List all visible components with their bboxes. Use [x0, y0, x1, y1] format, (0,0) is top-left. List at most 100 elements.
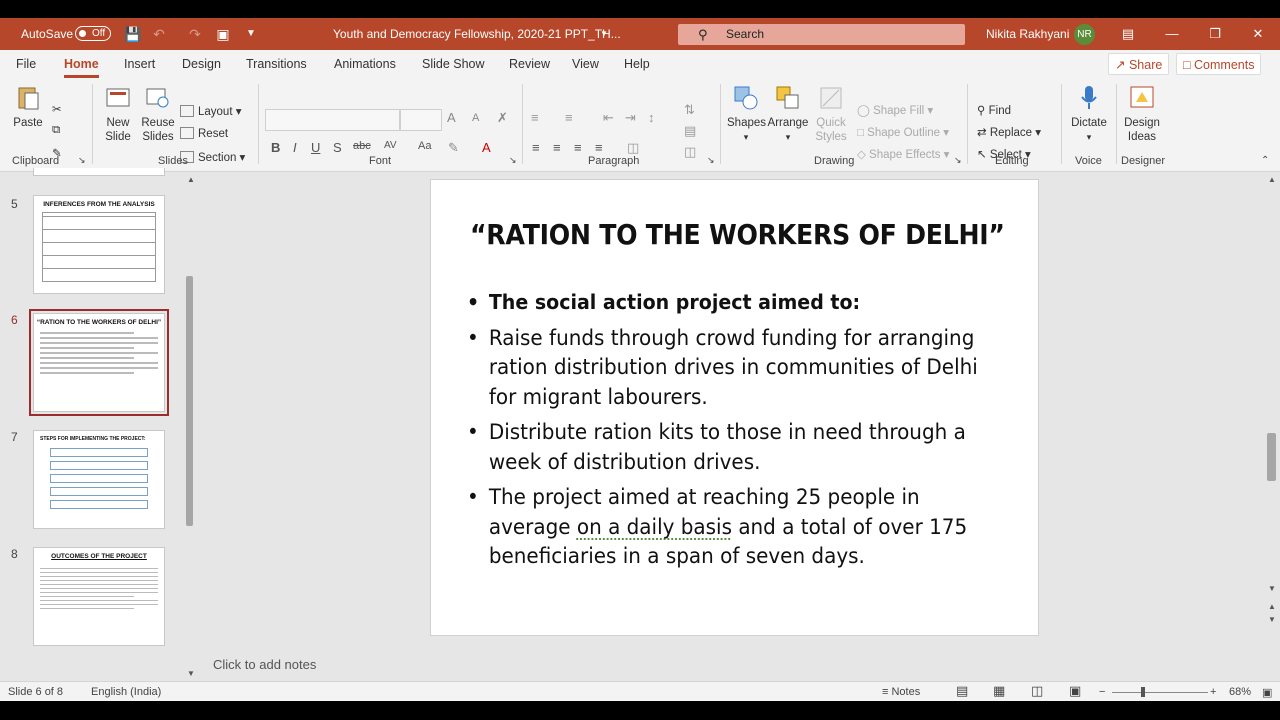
- customize-qat-icon[interactable]: ▼: [243, 26, 259, 42]
- tab-insert[interactable]: Insert: [124, 57, 155, 71]
- minimize-icon[interactable]: —: [1163, 25, 1181, 43]
- align-right-icon[interactable]: ≡: [574, 140, 582, 155]
- tab-transitions[interactable]: Transitions: [246, 57, 307, 71]
- shapes-button[interactable]: Shapes ▾: [727, 84, 766, 144]
- slide-sorter-icon[interactable]: ▦: [993, 683, 1005, 699]
- quick-styles-button[interactable]: Quick Styles: [811, 84, 851, 144]
- undo-icon[interactable]: ↶: [151, 26, 167, 42]
- smartart-icon[interactable]: ◫: [684, 144, 696, 160]
- bullet-item[interactable]: The social action project aimed to:: [467, 288, 999, 318]
- align-left-icon[interactable]: ≡: [532, 140, 540, 155]
- present-icon[interactable]: ▣: [215, 26, 231, 42]
- text-direction-icon[interactable]: ⇅: [684, 102, 695, 118]
- tab-view[interactable]: View: [572, 57, 599, 71]
- thumbnail-slide-6[interactable]: “RATION TO THE WORKERS OF DELHI”: [29, 309, 169, 416]
- line-spacing-icon[interactable]: ↕: [648, 110, 655, 125]
- zoom-level[interactable]: 68%: [1229, 686, 1251, 698]
- clear-formatting-icon[interactable]: ✗: [497, 110, 508, 126]
- bullet-item[interactable]: Distribute ration kits to those in need …: [467, 418, 999, 477]
- shadow-button[interactable]: S: [333, 140, 342, 155]
- change-case-button[interactable]: Aa: [418, 140, 431, 152]
- italic-button[interactable]: I: [293, 140, 297, 155]
- close-icon[interactable]: ✕: [1249, 25, 1267, 43]
- slide-show-icon[interactable]: ▣: [1069, 683, 1081, 699]
- ribbon-display-icon[interactable]: ▤: [1119, 25, 1137, 43]
- scroll-up-icon[interactable]: ▲: [187, 175, 195, 184]
- replace-button[interactable]: ⇄ Replace ▾: [977, 125, 1041, 139]
- redo-icon[interactable]: ↷: [187, 26, 203, 42]
- increase-font-icon[interactable]: A: [447, 110, 456, 125]
- tab-animations[interactable]: Animations: [334, 57, 396, 71]
- search-box[interactable]: ⚲ Search: [678, 24, 965, 45]
- scroll-down-icon[interactable]: ▼: [1268, 584, 1276, 593]
- thumbnail-slide-5[interactable]: INFERENCES FROM THE ANALYSIS: [33, 195, 165, 294]
- restore-icon[interactable]: ❐: [1206, 25, 1224, 43]
- find-button[interactable]: ⚲ Find: [977, 103, 1011, 117]
- decrease-font-icon[interactable]: A: [472, 112, 479, 124]
- numbering-icon[interactable]: ≡: [565, 110, 573, 125]
- next-slide-icon[interactable]: ▼: [1268, 615, 1276, 624]
- scroll-down-icon[interactable]: ▼: [187, 669, 195, 678]
- zoom-out-icon[interactable]: −: [1099, 686, 1105, 698]
- clipboard-launcher-icon[interactable]: ↘: [78, 155, 86, 166]
- language-indicator[interactable]: English (India): [91, 686, 161, 698]
- slide-canvas[interactable]: “RATION TO THE WORKERS OF DELHI” The soc…: [430, 179, 1039, 636]
- tab-home[interactable]: Home: [64, 57, 99, 78]
- tab-review[interactable]: Review: [509, 57, 550, 71]
- tab-slide-show[interactable]: Slide Show: [422, 57, 485, 71]
- thumbnail-scrollbar-thumb[interactable]: [186, 276, 193, 526]
- shape-fill-button[interactable]: ◯ Shape Fill ▾: [857, 103, 933, 117]
- paste-button[interactable]: Paste: [10, 84, 46, 130]
- new-slide-button[interactable]: New Slide: [100, 84, 136, 144]
- zoom-slider-thumb[interactable]: [1141, 687, 1145, 697]
- title-dropdown-icon[interactable]: ▼: [596, 26, 612, 42]
- copy-icon[interactable]: ⧉: [52, 124, 60, 137]
- slide-scrollbar[interactable]: [1265, 172, 1280, 632]
- font-color-icon[interactable]: A: [482, 140, 491, 155]
- save-icon[interactable]: 💾: [124, 26, 141, 42]
- font-launcher-icon[interactable]: ↘: [509, 155, 517, 166]
- decrease-indent-icon[interactable]: ⇤: [603, 110, 614, 126]
- zoom-slider[interactable]: [1112, 692, 1208, 693]
- reuse-slides-button[interactable]: Reuse Slides: [140, 84, 176, 144]
- shape-outline-button[interactable]: □ Shape Outline ▾: [857, 125, 949, 139]
- previous-slide-icon[interactable]: ▲: [1268, 602, 1276, 611]
- align-center-icon[interactable]: ≡: [553, 140, 561, 155]
- reset-button[interactable]: Reset: [180, 127, 228, 140]
- slide-scrollbar-thumb[interactable]: [1267, 433, 1276, 481]
- shape-effects-button[interactable]: ◇ Shape Effects ▾: [857, 147, 949, 161]
- comments-button[interactable]: □ Comments: [1176, 53, 1262, 75]
- underline-button[interactable]: U: [311, 140, 320, 155]
- collapse-ribbon-icon[interactable]: ⌃: [1261, 155, 1269, 166]
- bullet-item[interactable]: Raise funds through crowd funding for ar…: [467, 324, 999, 413]
- font-name-combo[interactable]: [265, 109, 400, 131]
- normal-view-icon[interactable]: ▤: [956, 683, 968, 699]
- strikethrough-button[interactable]: abc: [353, 140, 371, 152]
- drawing-launcher-icon[interactable]: ↘: [954, 155, 962, 166]
- zoom-in-icon[interactable]: +: [1210, 686, 1216, 698]
- thumbnail-slide-7[interactable]: STEPS FOR IMPLEMENTING THE PROJECT:: [33, 430, 165, 529]
- design-ideas-button[interactable]: Design Ideas: [1122, 84, 1162, 144]
- slide-body[interactable]: The social action project aimed to: Rais…: [467, 288, 1027, 578]
- char-spacing-button[interactable]: AV: [384, 140, 397, 151]
- paragraph-launcher-icon[interactable]: ↘: [707, 155, 715, 166]
- dictate-button[interactable]: Dictate ▾: [1068, 84, 1110, 144]
- slide-title[interactable]: “RATION TO THE WORKERS OF DELHI”: [470, 218, 1005, 251]
- cut-icon[interactable]: ✂: [52, 102, 62, 116]
- share-button[interactable]: ↗ Share: [1108, 53, 1170, 75]
- arrange-button[interactable]: Arrange ▾: [767, 84, 809, 144]
- columns-icon[interactable]: ◫: [627, 140, 639, 156]
- scroll-up-icon[interactable]: ▲: [1268, 175, 1276, 184]
- justify-icon[interactable]: ≡: [595, 140, 603, 155]
- autosave-toggle[interactable]: Off: [75, 26, 111, 41]
- thumbnail-slide-8[interactable]: OUTCOMES OF THE PROJECT: [33, 547, 165, 646]
- thumbnail-partial[interactable]: [33, 168, 165, 176]
- notes-placeholder[interactable]: Click to add notes: [213, 657, 316, 672]
- tab-design[interactable]: Design: [182, 57, 221, 71]
- fit-to-window-icon[interactable]: ▣: [1262, 686, 1272, 699]
- increase-indent-icon[interactable]: ⇥: [625, 110, 636, 126]
- highlight-icon[interactable]: ✎: [448, 140, 459, 156]
- tab-help[interactable]: Help: [624, 57, 650, 71]
- tab-file[interactable]: File: [16, 57, 36, 71]
- notes-button[interactable]: ≡ Notes: [882, 686, 920, 698]
